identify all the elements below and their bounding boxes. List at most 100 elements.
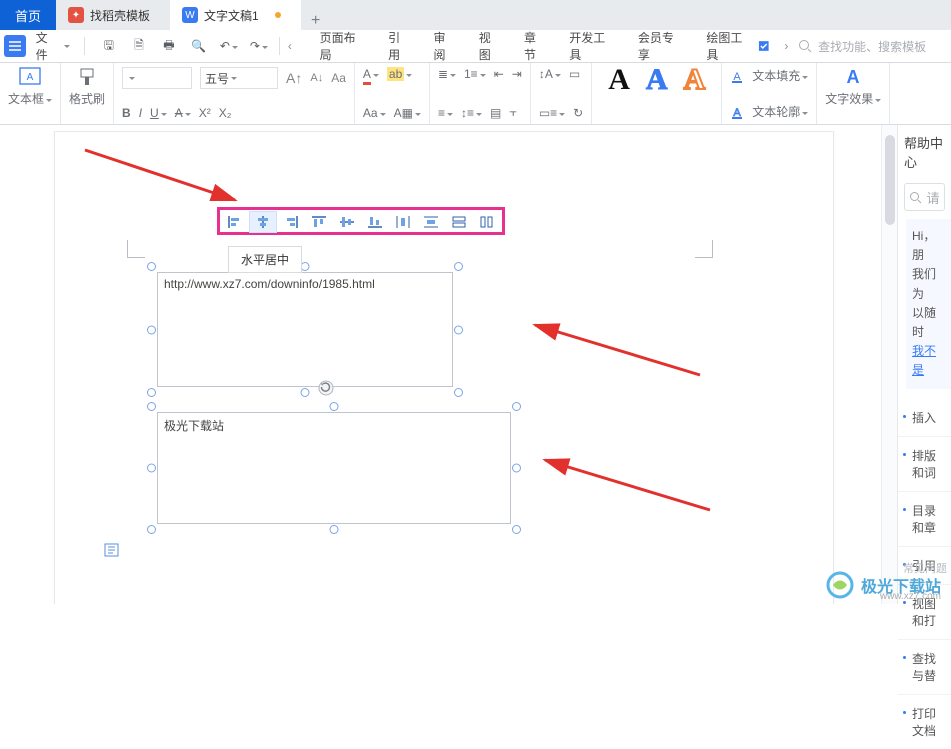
resize-handle[interactable]: [512, 402, 521, 411]
misc-para-button[interactable]: ⫟: [509, 105, 516, 120]
print-icon[interactable]: 🖶: [157, 36, 181, 57]
resize-handle[interactable]: [454, 325, 463, 334]
svg-text:A: A: [847, 67, 860, 87]
undo-button[interactable]: ↶: [217, 39, 241, 53]
save-as-icon[interactable]: 🗎: [127, 36, 151, 57]
wrap-text-button[interactable]: ▭≡: [539, 106, 565, 120]
paragraph-tag-icon[interactable]: [104, 541, 122, 562]
ribbon-nav-left-icon[interactable]: ‹: [288, 39, 302, 53]
align-left-button[interactable]: [221, 211, 249, 233]
resize-handle[interactable]: [454, 388, 463, 397]
ribbon-tab-developer[interactable]: 开发工具: [559, 30, 626, 63]
ribbon-tab-view[interactable]: 视图: [469, 30, 512, 63]
font-size-combo[interactable]: 五号: [200, 67, 278, 89]
ribbon-tab-drawing-tools[interactable]: 绘图工具: [696, 30, 780, 63]
equal-height-button[interactable]: [473, 211, 501, 233]
file-menu[interactable]: 文件: [30, 29, 76, 63]
text-fill-button[interactable]: 文本填充: [752, 67, 808, 84]
ribbon-nav-right-icon[interactable]: ›: [784, 39, 798, 53]
text-effect-button[interactable]: A 文字效果: [825, 67, 881, 107]
tab-daoke-templates[interactable]: ✦ 找稻壳模板: [56, 0, 170, 30]
font-name-combo[interactable]: [122, 67, 192, 89]
font-color-button[interactable]: A: [363, 67, 379, 81]
decrease-font-button[interactable]: A↓: [310, 72, 323, 84]
scrollbar-thumb[interactable]: [885, 135, 895, 225]
resize-handle[interactable]: [147, 325, 156, 334]
resize-handle[interactable]: [147, 464, 156, 473]
resize-handle[interactable]: [301, 388, 310, 397]
resize-handle[interactable]: [147, 402, 156, 411]
align-bottom-button[interactable]: [361, 211, 389, 233]
line-spacing-button[interactable]: ↕≡: [461, 106, 482, 120]
numbering-button[interactable]: 1≡: [464, 67, 486, 81]
help-topic-find[interactable]: 查找与替: [898, 639, 951, 694]
italic-button[interactable]: I: [139, 106, 142, 120]
align-middle-v-button[interactable]: [333, 211, 361, 233]
resize-handle[interactable]: [330, 402, 339, 411]
wordart-style-2[interactable]: A: [646, 63, 668, 97]
align-right-button[interactable]: [277, 211, 305, 233]
superscript-button[interactable]: X²: [199, 106, 211, 120]
text-box-2[interactable]: 极光下载站: [157, 412, 511, 524]
text-outline-button[interactable]: 文本轮廓: [752, 103, 808, 120]
wordart-style-1[interactable]: A: [608, 63, 630, 97]
resize-handle[interactable]: [147, 525, 156, 534]
ribbon-tab-member[interactable]: 会员专享: [628, 30, 695, 63]
ribbon-tab-chapter[interactable]: 章节: [514, 30, 557, 63]
ribbon-tab-page-layout[interactable]: 页面布局: [310, 30, 377, 63]
format-painter-button[interactable]: 格式刷: [69, 67, 105, 107]
resize-handle[interactable]: [330, 525, 339, 534]
help-topic-layout[interactable]: 排版和词: [898, 436, 951, 491]
ribbon-tab-references[interactable]: 引用: [378, 30, 421, 63]
align-center-h-button[interactable]: [249, 211, 277, 233]
increase-font-button[interactable]: A↑: [286, 70, 302, 86]
resize-handle[interactable]: [512, 525, 521, 534]
resize-handle[interactable]: [147, 262, 156, 271]
clear-format-button[interactable]: Aa: [331, 71, 346, 85]
redo-button[interactable]: ↷: [247, 39, 271, 53]
word-doc-icon: W: [182, 7, 198, 23]
ribbon-tab-review[interactable]: 审阅: [423, 30, 466, 63]
resize-handle[interactable]: [454, 262, 463, 271]
increase-indent-button[interactable]: ⇥: [512, 67, 522, 81]
underline-button[interactable]: U: [150, 106, 167, 120]
resize-handle[interactable]: [147, 388, 156, 397]
app-menu-button[interactable]: [4, 35, 26, 57]
textbox-button[interactable]: A 文本框: [8, 67, 52, 107]
tab-home[interactable]: 首页: [0, 0, 56, 30]
document-surface[interactable]: http://www.xz7.com/downinfo/1985.html 极光…: [0, 125, 897, 604]
subscript-button[interactable]: X₂: [219, 106, 232, 120]
align-top-button[interactable]: [305, 211, 333, 233]
text-box-1[interactable]: http://www.xz7.com/downinfo/1985.html: [157, 272, 453, 387]
search-input[interactable]: 查找功能、搜索模板: [798, 38, 951, 55]
help-topic-toc[interactable]: 目录和章: [898, 491, 951, 546]
help-topic-insert[interactable]: 插入: [898, 399, 951, 436]
strikethrough-button[interactable]: A: [175, 106, 191, 120]
change-case-button[interactable]: Aa: [363, 106, 386, 120]
highlight-button[interactable]: ab: [387, 67, 412, 81]
distribute-v-button[interactable]: [417, 211, 445, 233]
bold-button[interactable]: B: [122, 106, 131, 120]
help-search-input[interactable]: 请: [904, 183, 945, 211]
align-text-button[interactable]: ≡: [438, 106, 453, 120]
rotate-handle-icon[interactable]: [317, 379, 335, 397]
char-shading-button[interactable]: A▦: [394, 106, 421, 120]
resize-handle[interactable]: [512, 464, 521, 473]
rotate-button[interactable]: ↻: [573, 106, 583, 120]
distribute-h-button[interactable]: [389, 211, 417, 233]
tab-current-document[interactable]: W 文字文稿1: [170, 0, 301, 30]
print-preview-icon[interactable]: 🔍: [187, 39, 211, 53]
decrease-indent-button[interactable]: ⇤: [494, 67, 504, 81]
equal-width-button[interactable]: [445, 211, 473, 233]
save-icon[interactable]: 🖫: [97, 36, 121, 57]
align-obj-button[interactable]: ▭: [569, 67, 580, 81]
bullets-button[interactable]: ≣: [438, 67, 456, 81]
help-topic-print[interactable]: 打印文档: [898, 694, 951, 749]
new-tab-button[interactable]: +: [301, 12, 331, 30]
not-me-link[interactable]: 我不是: [912, 344, 936, 377]
text-direction-button[interactable]: ↕A: [539, 67, 561, 81]
distribute-button[interactable]: ▤: [490, 106, 501, 120]
vertical-scrollbar[interactable]: [881, 125, 897, 604]
wordart-style-3[interactable]: A: [684, 63, 706, 97]
paintbrush-icon: [76, 67, 98, 87]
